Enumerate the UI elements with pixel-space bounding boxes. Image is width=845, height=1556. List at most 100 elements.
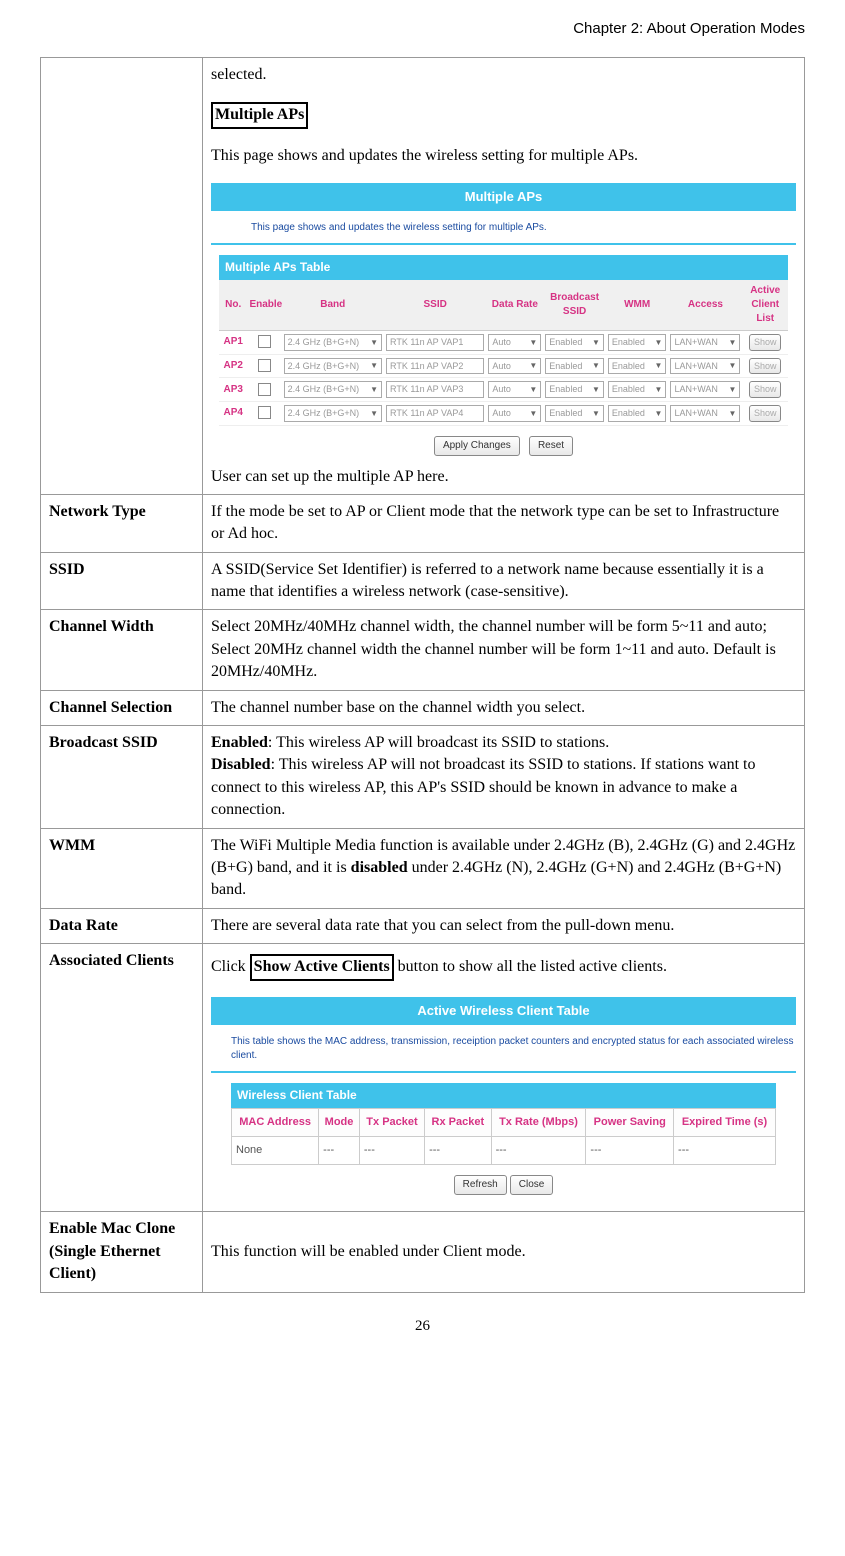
row-label-datarate: Data Rate xyxy=(41,908,203,943)
client-col: Rx Packet xyxy=(425,1108,492,1136)
enable-checkbox[interactable] xyxy=(258,335,271,348)
client-cell: --- xyxy=(586,1136,674,1164)
col-rate: Data Rate xyxy=(486,280,543,331)
multiple-aps-panel: Multiple APs This page shows and updates… xyxy=(211,183,796,455)
wmm-bold: disabled xyxy=(351,859,408,876)
client-cell: --- xyxy=(319,1136,360,1164)
row-desc-datarate: There are several data rate that you can… xyxy=(203,908,805,943)
show-button[interactable]: Show xyxy=(749,334,782,351)
ap-no: AP1 xyxy=(223,336,242,347)
row-label-wmm: WMM xyxy=(41,828,203,908)
select[interactable]: LAN+WAN▼ xyxy=(670,405,740,422)
client-col: Mode xyxy=(319,1108,360,1136)
client-col: Tx Rate (Mbps) xyxy=(491,1108,586,1136)
select[interactable]: Enabled▼ xyxy=(608,334,667,351)
select[interactable]: Enabled▼ xyxy=(608,405,667,422)
row-label-broadcast: Broadcast SSID xyxy=(41,726,203,829)
select[interactable]: Enabled▼ xyxy=(608,358,667,375)
assoc-t2: button to show all the listed active cli… xyxy=(394,958,667,975)
divider xyxy=(211,1071,796,1073)
row-label-macclone: Enable Mac Clone (Single Ethernet Client… xyxy=(41,1212,203,1292)
multiple-aps-desc: This page shows and updates the wireless… xyxy=(211,145,796,167)
row-desc: If the mode be set to AP or Client mode … xyxy=(203,494,805,552)
client-table-title: Wireless Client Table xyxy=(231,1083,776,1108)
select[interactable]: LAN+WAN▼ xyxy=(670,358,740,375)
select[interactable]: Enabled▼ xyxy=(608,381,667,398)
select[interactable]: LAN+WAN▼ xyxy=(670,334,740,351)
row-label: Network Type xyxy=(41,494,203,552)
enabled-label: Enabled xyxy=(211,734,268,751)
enable-checkbox[interactable] xyxy=(258,383,271,396)
enable-checkbox[interactable] xyxy=(258,406,271,419)
client-cell: --- xyxy=(425,1136,492,1164)
disabled-text: : This wireless AP will not broadcast it… xyxy=(211,756,755,818)
client-table: MAC AddressModeTx PacketRx PacketTx Rate… xyxy=(231,1108,776,1166)
ssid-input[interactable]: RTK 11n AP VAP4 xyxy=(386,405,484,422)
client-cell: --- xyxy=(359,1136,424,1164)
page-number: 26 xyxy=(40,1318,805,1335)
col-band: Band xyxy=(282,280,384,331)
aps-table: No. Enable Band SSID Data Rate Broadcast… xyxy=(219,280,788,425)
aps-table-title: Multiple APs Table xyxy=(219,255,788,280)
select[interactable]: 2.4 GHz (B+G+N)▼ xyxy=(284,334,382,351)
client-col: Tx Packet xyxy=(359,1108,424,1136)
row-desc-wmm: The WiFi Multiple Media function is avai… xyxy=(203,828,805,908)
client-col: MAC Address xyxy=(232,1108,319,1136)
apply-changes-button[interactable]: Apply Changes xyxy=(434,436,520,456)
divider xyxy=(211,243,796,245)
table-row: Channel WidthSelect 20MHz/40MHz channel … xyxy=(41,610,805,690)
select[interactable]: Auto▼ xyxy=(488,381,541,398)
table-row: WMM The WiFi Multiple Media function is … xyxy=(41,828,805,908)
select[interactable]: 2.4 GHz (B+G+N)▼ xyxy=(284,405,382,422)
table-row: Data Rate There are several data rate th… xyxy=(41,908,805,943)
select[interactable]: Auto▼ xyxy=(488,405,541,422)
ap-no: AP4 xyxy=(223,407,242,418)
disabled-label: Disabled xyxy=(211,756,271,773)
col-ssid: SSID xyxy=(384,280,486,331)
ssid-input[interactable]: RTK 11n AP VAP3 xyxy=(386,381,484,398)
select[interactable]: 2.4 GHz (B+G+N)▼ xyxy=(284,381,382,398)
ap-row: AP12.4 GHz (B+G+N)▼RTK 11n AP VAP1Auto▼E… xyxy=(219,331,788,355)
show-button[interactable]: Show xyxy=(749,358,782,375)
show-active-clients-button: Show Active Clients xyxy=(250,954,394,980)
row-desc-broadcast: Enabled: This wireless AP will broadcast… xyxy=(203,726,805,829)
col-enable: Enable xyxy=(247,280,281,331)
close-button[interactable]: Close xyxy=(510,1175,554,1195)
select[interactable]: LAN+WAN▼ xyxy=(670,381,740,398)
client-cell: --- xyxy=(674,1136,776,1164)
row-label-assoc: Associated Clients xyxy=(41,944,203,1212)
select[interactable]: Enabled▼ xyxy=(545,381,604,398)
active-client-panel: Active Wireless Client Table This table … xyxy=(211,997,796,1196)
assoc-t1: Click xyxy=(211,958,250,975)
client-col: Power Saving xyxy=(586,1108,674,1136)
ssid-input[interactable]: RTK 11n AP VAP2 xyxy=(386,358,484,375)
show-button[interactable]: Show xyxy=(749,405,782,422)
table-row: SSIDA SSID(Service Set Identifier) is re… xyxy=(41,552,805,610)
select[interactable]: Enabled▼ xyxy=(545,334,604,351)
panel-desc: This page shows and updates the wireless… xyxy=(251,221,796,235)
enable-checkbox[interactable] xyxy=(258,359,271,372)
row-desc: The channel number base on the channel w… xyxy=(203,690,805,725)
multiple-aps-heading: Multiple APs xyxy=(211,102,308,128)
selected-text: selected. xyxy=(211,64,796,86)
select[interactable]: Auto▼ xyxy=(488,358,541,375)
ap-row: AP22.4 GHz (B+G+N)▼RTK 11n AP VAP2Auto▼E… xyxy=(219,354,788,378)
col-access: Access xyxy=(668,280,742,331)
select[interactable]: Enabled▼ xyxy=(545,358,604,375)
select[interactable]: Enabled▼ xyxy=(545,405,604,422)
ssid-input[interactable]: RTK 11n AP VAP1 xyxy=(386,334,484,351)
select[interactable]: Auto▼ xyxy=(488,334,541,351)
col-aclist: Active Client List xyxy=(742,280,788,331)
row-label: SSID xyxy=(41,552,203,610)
show-button[interactable]: Show xyxy=(749,381,782,398)
client-panel-title: Active Wireless Client Table xyxy=(211,997,796,1025)
refresh-button[interactable]: Refresh xyxy=(454,1175,507,1195)
row-label: Channel Selection xyxy=(41,690,203,725)
client-col: Expired Time (s) xyxy=(674,1108,776,1136)
ap-no: AP3 xyxy=(223,384,242,395)
select[interactable]: 2.4 GHz (B+G+N)▼ xyxy=(284,358,382,375)
row-multiple-aps: selected. Multiple APs This page shows a… xyxy=(203,58,805,495)
table-row: Associated Clients Click Show Active Cli… xyxy=(41,944,805,1212)
client-cell: --- xyxy=(491,1136,586,1164)
reset-button[interactable]: Reset xyxy=(529,436,573,456)
